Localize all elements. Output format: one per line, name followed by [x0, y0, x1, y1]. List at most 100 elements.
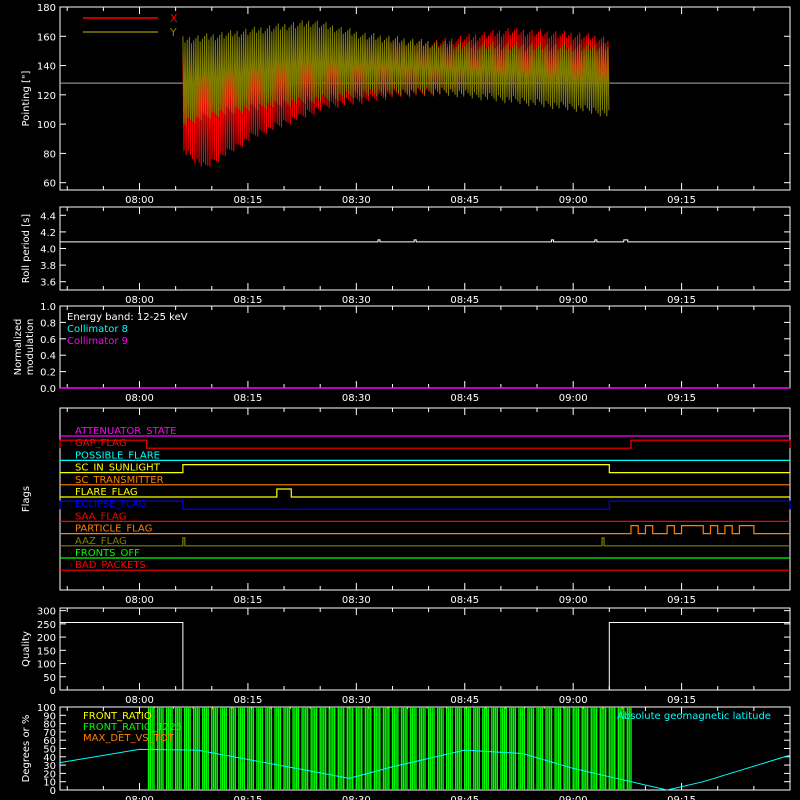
x-tick-label: 09:15 — [667, 393, 696, 404]
legend-label-0: FRONT_RATIO — [83, 711, 152, 722]
x-tick-label: 08:00 — [125, 795, 154, 800]
modulation-ylabel: Normalizedmodulation — [13, 319, 36, 376]
x-tick-label: 09:00 — [559, 695, 588, 706]
y-tick-label: 140 — [37, 62, 56, 73]
y-tick-label: 0.6 — [40, 335, 56, 346]
x-tick-label: 09:15 — [667, 695, 696, 706]
y-tick-label: 80 — [43, 149, 56, 160]
flag-label-attenuator-state: ATTENUATOR_STATE — [75, 426, 176, 437]
y-tick-label: 4.0 — [40, 245, 56, 256]
x-tick-label: 09:15 — [667, 595, 696, 606]
x-tick-label: 09:15 — [667, 795, 696, 800]
latitude-panel: 010203040506070809010008:0008:1508:3008:… — [21, 703, 791, 800]
roll_period-panel: 3.6 3.8 4.0 4.2 4.4 08:00 08:15 08:30 08:45 09:00… — [21, 206, 791, 306]
quality-panel: 0 50 100 150 200 250 300 08:00 08:15 08:30 08:45 09… — [21, 607, 791, 706]
y-tick-label: 0.0 — [40, 384, 56, 395]
y-tick-label: 3.8 — [40, 261, 56, 272]
flag-trace-particle-flag — [60, 525, 790, 535]
x-tick-label: 09:00 — [559, 195, 588, 206]
annotation-1: Collimator 8 — [67, 324, 128, 335]
x-tick-label: 09:00 — [559, 795, 588, 800]
x-tick-label: 09:00 — [559, 393, 588, 404]
x-tick-label: 08:45 — [450, 295, 479, 306]
y-tick-label: 0.4 — [40, 351, 56, 362]
roll_period-ylabel: Roll period [s] — [21, 214, 32, 283]
x-tick-label: 08:45 — [450, 695, 479, 706]
y-tick-label: 100 — [37, 703, 56, 714]
x-tick-label: 08:30 — [342, 195, 371, 206]
y-tick-label: 3.6 — [40, 278, 56, 289]
x-tick-label: 08:15 — [234, 795, 263, 800]
flag-label-particle-flag: PARTICLE_FLAG — [75, 524, 152, 535]
flag-label-sc-in-sunlight: SC_IN_SUNLIGHT — [75, 463, 161, 474]
observatory-summary-plot: 608010012014016018008:00 08:15 08:30 08:45 0… — [13, 3, 791, 800]
y-tick-label: 0 — [50, 686, 56, 697]
pointing-panel: 60 80 100 120 140 160 180 08:00 08:15 08:30 08:45 0… — [21, 3, 791, 206]
legend-label-1: FRONT_RATIO_1225 — [83, 722, 182, 733]
flag-label-possible-flare: POSSIBLE_FLARE — [75, 450, 160, 461]
flag-label-fronts-off: FRONTS_OFF — [75, 548, 140, 559]
flag-label-aaz-flag: AAZ_FLAG — [75, 536, 127, 547]
x-tick-label: 08:00 — [125, 595, 154, 606]
pointing-ylabel: Pointing ["] — [21, 70, 32, 126]
flag-label-saa-flag: SAA_FLAG — [75, 511, 126, 522]
x-tick-label: 08:30 — [342, 295, 371, 306]
x-tick-label: 08:15 — [234, 695, 263, 706]
flag-label-flare-flag: FLARE_FLAG — [75, 487, 138, 498]
x-tick-label: 08:00 — [125, 195, 154, 206]
flag-trace-gap-flag — [59, 439, 791, 449]
roll_period-frame — [59, 206, 791, 291]
x-tick-label: 08:45 — [450, 795, 479, 800]
legend-label-2: MAX_DET_VS_TOT — [83, 733, 175, 744]
quality-frame — [59, 607, 791, 691]
annotation-2: Collimator 9 — [67, 336, 128, 347]
y-tick-label: 250 — [37, 620, 56, 631]
x-tick-label: 08:45 — [450, 595, 479, 606]
x-tick-label: 08:15 — [234, 393, 263, 404]
y-tick-label: 0.8 — [40, 318, 56, 329]
flag-label-sc-transmitter: SC_TRANSMITTER — [75, 475, 164, 486]
x-tick-label: 08:00 — [125, 393, 154, 404]
y-tick-label: 300 — [37, 607, 56, 618]
x-tick-label: 08:30 — [342, 695, 371, 706]
y-tick-label: 120 — [37, 91, 56, 102]
y-tick-label: 100 — [37, 120, 56, 131]
flags-panel: 08:00 08:15 08:30 08:45 09:00 09:15 Flags ATTEN… — [21, 407, 791, 606]
flags-ylabel: Flags — [21, 486, 32, 512]
x-tick-label: 09:00 — [559, 595, 588, 606]
quality-trace — [60, 622, 790, 691]
legend-label-y: Y — [169, 26, 177, 39]
x-tick-label: 09:00 — [559, 295, 588, 306]
x-tick-label: 08:00 — [125, 295, 154, 306]
y-tick-label: 0.2 — [40, 368, 56, 379]
flag-trace-aaz-flag — [60, 537, 790, 547]
x-tick-label: 08:30 — [342, 595, 371, 606]
x-tick-label: 08:00 — [125, 695, 154, 706]
flag-label-bad-packets: BAD_PACKETS — [75, 560, 146, 571]
y-tick-label: 50 — [43, 673, 56, 684]
flag-trace-flare-flag — [60, 488, 790, 498]
latitude-ylabel: Degrees or % — [21, 715, 32, 783]
flag-trace-eclipse-flag — [59, 500, 791, 510]
y-tick-label: 1.0 — [40, 302, 56, 313]
x-tick-label: 09:15 — [667, 195, 696, 206]
quality-ylabel: Quality — [21, 631, 32, 667]
x-tick-label: 08:45 — [450, 195, 479, 206]
x-tick-label: 08:15 — [234, 295, 263, 306]
flag-trace-sc-in-sunlight — [60, 464, 790, 474]
modulation-panel: 0.0 0.2 0.4 0.6 0.8 1.0 08:00 08:15 08:30 08:45 09… — [13, 302, 791, 404]
x-tick-label: 08:30 — [342, 795, 371, 800]
y-tick-label: 200 — [37, 633, 56, 644]
x-tick-label: 08:30 — [342, 393, 371, 404]
y-tick-label: 100 — [37, 660, 56, 671]
ylabel-line: Normalized — [13, 319, 24, 376]
y-tick-label: 4.4 — [40, 211, 56, 222]
x-tick-label: 09:15 — [667, 295, 696, 306]
flag-label-gap-flag: GAP_FLAG — [75, 438, 127, 449]
roll-period-trace — [60, 239, 790, 243]
y-tick-label: 60 — [43, 179, 56, 190]
flag-label-eclipse-flag: ECLIPSE_FLAG — [75, 499, 146, 510]
y-tick-label: 150 — [37, 646, 56, 657]
x-tick-label: 08:15 — [234, 595, 263, 606]
x-tick-label: 08:15 — [234, 195, 263, 206]
